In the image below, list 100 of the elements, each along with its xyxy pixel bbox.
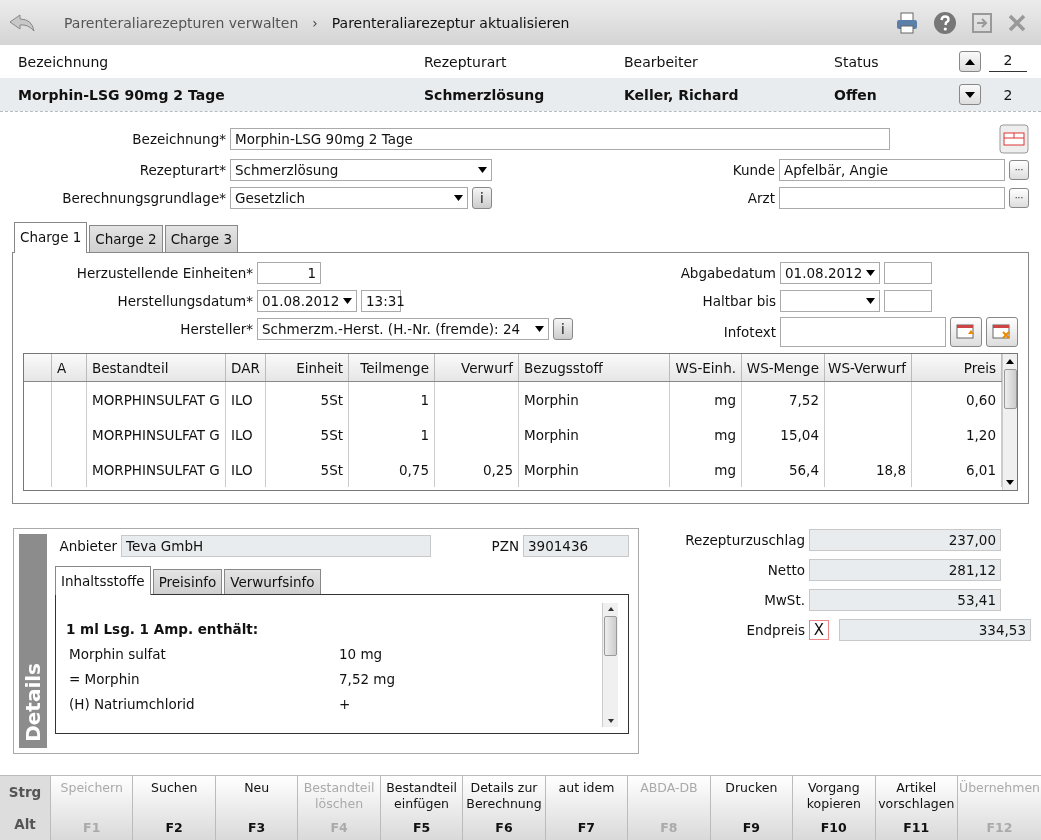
breadcrumb[interactable]: Parenteraliarezepturen verwalten xyxy=(64,14,299,31)
function-key-button[interactable]: Vorgang kopieren F10 xyxy=(792,776,875,840)
list-row[interactable]: Morphin-LSG 90mg 2 Tage Schmerzlösung Keller, Richard Offen 2 xyxy=(0,78,1041,111)
calculation-basis-dropdown[interactable]: Gesetzlich xyxy=(230,187,468,209)
scroll-up-button[interactable] xyxy=(959,51,981,72)
date-dropdown[interactable]: 01.08.2012 xyxy=(780,262,880,284)
table-cell: mg xyxy=(670,417,742,452)
field-label: Herzustellende Einheiten* xyxy=(75,265,253,281)
table-cell: 5St xyxy=(266,417,349,452)
total-value: 281,12 xyxy=(809,559,1001,581)
column-header[interactable]: WS-Menge xyxy=(742,354,825,381)
doctor-field[interactable] xyxy=(779,187,1005,209)
field-label: Haltbar bis xyxy=(701,293,776,309)
charge-tab[interactable]: Charge 2 xyxy=(89,225,163,252)
ingredients-heading: 1 ml Lsg. 1 Amp. enthält: xyxy=(66,621,260,637)
calendar-button[interactable] xyxy=(950,317,982,347)
date-dropdown[interactable] xyxy=(780,290,880,312)
table-cell: MORPHINSULFAT G xyxy=(87,382,226,417)
browse-button[interactable]: ··· xyxy=(1009,188,1029,208)
caret-icon xyxy=(866,298,875,304)
column-header[interactable]: WS-Verwurf xyxy=(825,354,912,381)
function-key-button[interactable]: Artikel vorschlagen F11 xyxy=(874,776,957,840)
total-label: Rezepturzuschlag xyxy=(684,532,805,548)
record-count: 2 xyxy=(1002,86,1014,103)
column-header[interactable]: Bestandteil xyxy=(87,354,226,381)
function-key-button[interactable]: Bestandteil einfügen F5 xyxy=(379,776,463,840)
down-triangle-icon[interactable] xyxy=(1005,479,1015,487)
time-field[interactable] xyxy=(884,262,932,284)
details-tab[interactable]: Verwurfsinfo xyxy=(224,569,321,594)
details-tab[interactable]: Preisinfo xyxy=(152,569,223,594)
name-field[interactable]: Morphin-LSG 90mg 2 Tage xyxy=(230,128,890,150)
caret-icon xyxy=(343,298,353,304)
function-key-button[interactable]: aut idem F7 xyxy=(544,776,628,840)
table-cell: 56,4 xyxy=(742,452,825,487)
caret-icon xyxy=(866,270,876,276)
field-label: Anbieter xyxy=(58,538,117,554)
flag-box[interactable]: X xyxy=(809,620,829,640)
field-label: Arzt xyxy=(747,190,775,206)
scrollbar[interactable] xyxy=(602,603,618,727)
info-button[interactable]: i xyxy=(553,318,573,340)
customer-field[interactable]: Apfelbär, Angie xyxy=(779,159,1005,181)
column-header[interactable]: DAR xyxy=(226,354,266,381)
date-dropdown[interactable]: 01.08.2012 xyxy=(257,290,357,312)
function-key-button[interactable]: Suchen F2 xyxy=(132,776,215,840)
info-button[interactable]: i xyxy=(472,187,492,209)
column-header[interactable]: Verwurf xyxy=(435,354,519,381)
field-label: Abgabedatum xyxy=(679,265,776,281)
up-triangle-icon[interactable] xyxy=(1005,357,1015,365)
total-label: Netto xyxy=(766,562,805,578)
table-cell: ILO xyxy=(226,417,266,452)
table-cell: mg xyxy=(670,382,742,417)
window-switch-icon[interactable] xyxy=(971,11,993,34)
details-tab[interactable]: Inhaltsstoffe xyxy=(55,566,151,595)
recipe-type-dropdown[interactable]: Schmerzlösung xyxy=(230,159,492,181)
column-header[interactable]: WS-Einh. xyxy=(670,354,742,381)
table-cell: 18,8 xyxy=(825,452,912,487)
field-label: Berechnungsgrundlage* xyxy=(61,190,226,206)
column-header[interactable]: Teilmenge xyxy=(349,354,435,381)
printer-icon[interactable] xyxy=(895,11,919,34)
table-cell: ILO xyxy=(226,452,266,487)
ingredient-amount: 10 mg xyxy=(339,645,383,662)
column-header[interactable]: Einheit xyxy=(266,354,349,381)
down-triangle-icon xyxy=(964,90,976,99)
table-cell: MORPHINSULFAT G xyxy=(87,417,226,452)
modifier-key-label: Alt xyxy=(14,816,36,832)
function-key-button[interactable]: Neu F3 xyxy=(214,776,298,840)
table-cell: 7,52 xyxy=(742,382,825,417)
charge-tab[interactable]: Charge 3 xyxy=(164,225,238,252)
caret-icon xyxy=(535,326,544,332)
close-icon[interactable] xyxy=(1007,12,1027,33)
table-cell: 0,75 xyxy=(349,452,435,487)
info-text-field[interactable] xyxy=(780,317,946,347)
list-cell-text: Morphin-LSG 90mg 2 Tage xyxy=(18,86,226,103)
units-field[interactable]: 1 xyxy=(257,262,321,284)
column-header[interactable]: Bezugsstoff xyxy=(519,354,670,381)
ingredient-name: (H) Natriumchlorid xyxy=(68,695,196,712)
scroll-down-button[interactable] xyxy=(959,84,981,105)
table-cell: Morphin xyxy=(519,417,670,452)
browse-button[interactable]: ··· xyxy=(1009,160,1029,180)
up-triangle-icon[interactable] xyxy=(606,606,615,612)
function-key-button[interactable]: Drucken F9 xyxy=(709,776,793,840)
scrollbar[interactable] xyxy=(1002,354,1017,490)
ingredient-amount: + xyxy=(339,695,351,712)
field-label: Kunde xyxy=(732,162,775,178)
details-title: Details xyxy=(21,663,45,742)
calendar-button[interactable] xyxy=(986,317,1018,347)
card-icon[interactable] xyxy=(999,124,1029,154)
time-field[interactable] xyxy=(884,290,932,312)
column-header[interactable]: A xyxy=(52,354,87,381)
charge-tab[interactable]: Charge 1 xyxy=(14,222,88,253)
help-icon[interactable] xyxy=(933,10,957,35)
down-triangle-icon[interactable] xyxy=(606,718,615,724)
function-key-button[interactable]: Details zur Berechnung F6 xyxy=(462,776,545,840)
column-header: Bearbeiter xyxy=(624,53,699,70)
list-cell-text: Offen xyxy=(834,86,878,103)
manufacturer-dropdown[interactable]: Schmerzm.-Herst. (H.-Nr. (fremde): 24 xyxy=(257,318,549,340)
calendar-icon xyxy=(992,324,1012,340)
table-cell: 5St xyxy=(266,382,349,417)
record-count: 2 xyxy=(989,51,1027,72)
field-label: Hersteller* xyxy=(179,321,253,337)
